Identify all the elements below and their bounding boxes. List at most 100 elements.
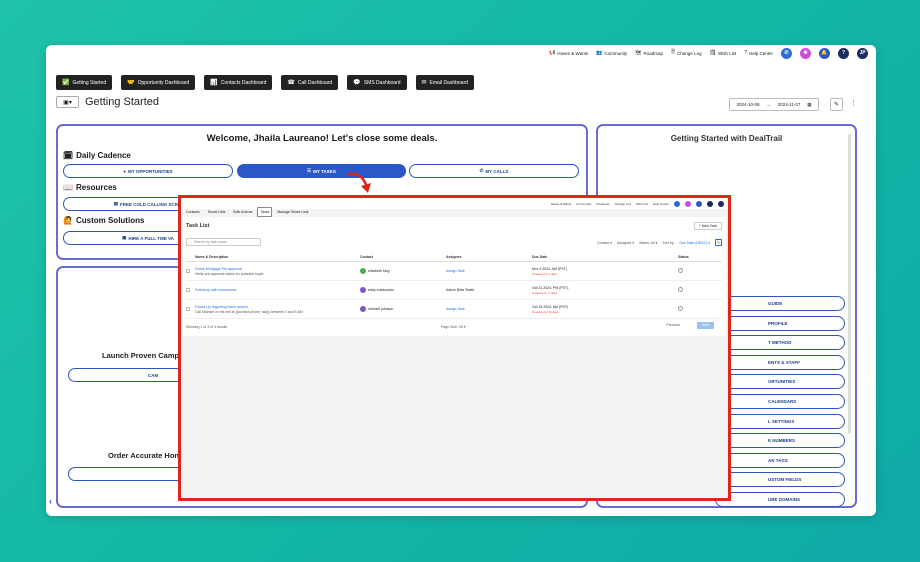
layout-selector[interactable]: ▣▾ <box>56 96 79 108</box>
topbar-link[interactable]: 👥 Community <box>596 50 627 56</box>
task-status[interactable] <box>678 287 718 293</box>
dealtrail-step-button[interactable]: T METHOD <box>715 335 845 351</box>
nav-button[interactable]: 📊 Contacts Dashboard <box>204 75 273 90</box>
overlay-topbar-link[interactable]: Change Log <box>614 202 630 206</box>
dealtrail-step-button[interactable]: ORTUNITIES <box>715 374 845 390</box>
money-icon: ● <box>123 168 127 174</box>
task-name-link[interactable]: Follow-up with homeowner <box>195 288 360 292</box>
task-name-link[interactable]: Follow-Up regarding home search <box>195 305 360 309</box>
more-options-icon[interactable]: ⋮ <box>850 99 857 107</box>
nav-button-label: Email Dashboard <box>429 79 468 86</box>
task-row[interactable]: Follow-up with homeowner eddy maldonado Ad… <box>186 281 722 300</box>
row-menu-icon[interactable]: ··· <box>718 269 723 273</box>
scrollbar[interactable] <box>848 134 851 434</box>
topbar-link[interactable]: 📢 Haves & Wants <box>549 50 588 56</box>
dealtrail-step-button[interactable]: PROFILE <box>715 315 845 331</box>
overlay-topbar-link[interactable]: Haves & Wants <box>551 202 572 206</box>
tab-smart-lists[interactable]: Smart Lists <box>205 207 229 217</box>
topbar-link[interactable]: 🗒 Wish List <box>710 50 737 56</box>
contact-filter[interactable]: Contact ▾ <box>597 241 612 245</box>
task-name-link[interactable]: Check Mortgage Pre-approval <box>195 267 360 271</box>
status-circle-icon[interactable] <box>678 268 683 273</box>
task-row[interactable]: Follow-Up regarding home search Call Mich… <box>186 300 722 319</box>
task-status[interactable] <box>678 306 718 312</box>
my-opportunities-button[interactable]: ● MY OPPORTUNITIES <box>63 164 233 178</box>
tab-tasks[interactable]: Tasks <box>257 207 273 217</box>
my-tasks-button[interactable]: ☰ MY TASKS <box>237 164 406 178</box>
task-assignee[interactable]: Assign Task <box>446 307 532 311</box>
avatar[interactable]: JP <box>857 47 868 59</box>
row-checkbox[interactable] <box>186 287 195 293</box>
new-task-button[interactable]: + New Task <box>693 222 722 230</box>
status-circle-icon[interactable] <box>678 287 683 292</box>
email-icon: ✉ <box>421 80 427 86</box>
tab-bulk-actions[interactable]: Bulk Actions <box>230 207 255 217</box>
overlay-topbar-link[interactable]: Wish List <box>636 202 648 206</box>
overlay-topbar-link[interactable]: Roadmap <box>596 202 609 206</box>
row-checkbox[interactable] <box>186 306 195 312</box>
row-menu-icon[interactable]: ··· <box>718 288 723 292</box>
page-size-select[interactable]: Page Size: 25 ▾ <box>441 325 466 329</box>
row-checkbox[interactable] <box>186 268 195 274</box>
overlay-phone-icon[interactable] <box>674 200 680 207</box>
overlay-app-icon[interactable] <box>685 200 691 207</box>
dealtrail-title: Getting Started with DealTrail <box>670 134 783 143</box>
topbar-link[interactable]: 🗎 Change Log <box>671 49 702 57</box>
dealtrail-step-button[interactable]: L SETTINGS <box>715 413 845 429</box>
overlay-topbar-link[interactable]: Community <box>576 202 591 206</box>
nav-button-label: SMS Dashboard <box>363 79 401 86</box>
task-contact-cell: eddy maldonado <box>360 287 446 293</box>
nav-button[interactable]: ✅ Getting Started <box>56 75 113 90</box>
row-menu-icon[interactable]: ··· <box>718 307 723 311</box>
nav-button[interactable]: 💬 SMS Dashboard <box>347 75 407 90</box>
wishlist-icon: 🗒 <box>709 50 716 56</box>
dealtrail-step-button[interactable]: URE DOMAINS <box>715 492 845 507</box>
nav-button[interactable]: 🤝 Opportunity Dashboard <box>121 75 196 90</box>
overlay-avatar[interactable] <box>718 200 724 207</box>
tab-manage-smart-lists[interactable]: Manage Smart Lists <box>274 207 311 217</box>
sort-select[interactable]: Due Date (DESC) ▾ <box>679 241 710 245</box>
date-range-picker[interactable]: 2024-10-08 → 2024-11-07 ▦ <box>729 98 819 111</box>
dealtrail-step-button[interactable]: CALENDARS <box>715 394 845 409</box>
contact-name: elizabeth king <box>368 268 390 273</box>
person-raising-hand-icon: 🙋 <box>63 216 73 225</box>
nav-button[interactable]: ☎ Call Dashboard <box>281 75 339 90</box>
refresh-icon[interactable]: ↻ <box>715 239 722 246</box>
task-row[interactable]: Check Mortgage Pre-approval Verify pre-ap… <box>186 262 722 281</box>
topbar-link-label: Help Center <box>748 50 773 56</box>
briefcase-icon: ▣ <box>122 235 127 240</box>
daily-cadence-label: Daily Cadence <box>76 151 131 160</box>
dealtrail-step-button[interactable]: E NUMBERS <box>715 433 845 449</box>
status-filter[interactable]: Status: All ▾ <box>639 241 657 245</box>
contact-name: eddy maldonado <box>368 287 394 292</box>
nav-button-label: Contacts Dashboard <box>220 79 267 86</box>
sms-icon: 💬 <box>353 80 361 86</box>
nav-button[interactable]: ✉ Email Dashboard <box>415 75 474 90</box>
previous-button[interactable]: Previous <box>666 323 680 327</box>
task-status[interactable] <box>678 268 718 274</box>
edit-pencil-icon[interactable]: ✎ <box>830 98 843 111</box>
dealtrail-step-button[interactable]: ENTS & STAFF <box>715 354 845 370</box>
dashboard-nav: ✅ Getting Started 🤝 Opportunity Dashboard 📊 C… <box>56 75 474 90</box>
tab-contacts[interactable]: Contacts <box>183 207 203 217</box>
overlay-bell-icon[interactable] <box>696 200 702 207</box>
help-circle-icon[interactable]: ? <box>838 47 849 59</box>
assignee-filter[interactable]: Assignee ▾ <box>617 241 634 245</box>
dealtrail-step-button[interactable]: USTOM FIELDS <box>715 472 845 488</box>
overlay-topbar-link[interactable]: Help Center <box>653 202 669 206</box>
collapse-chevron-icon[interactable]: ‹ <box>49 496 52 506</box>
task-assignee[interactable]: Assign Task <box>446 269 532 273</box>
status-circle-icon[interactable] <box>678 306 683 311</box>
task-search-input[interactable]: ⌕ Search by task name <box>186 238 261 246</box>
phone-icon[interactable]: ✆ <box>781 47 792 59</box>
my-calls-button[interactable]: ✆ MY CALLS <box>409 164 579 178</box>
dealtrail-step-button[interactable]: AN TAGS <box>715 452 845 468</box>
next-button[interactable]: Next <box>697 322 714 329</box>
app-icon[interactable]: ❋ <box>800 47 811 59</box>
overlay-help-circle-icon[interactable] <box>707 200 713 207</box>
col-status: Status <box>678 255 689 259</box>
topbar-link[interactable]: ? Help Center <box>744 50 773 56</box>
topbar-link[interactable]: 🗺 Roadmap <box>635 50 663 56</box>
bell-icon[interactable]: 🔔 <box>819 47 830 59</box>
dealtrail-step-button[interactable]: GUIDE <box>715 296 845 311</box>
